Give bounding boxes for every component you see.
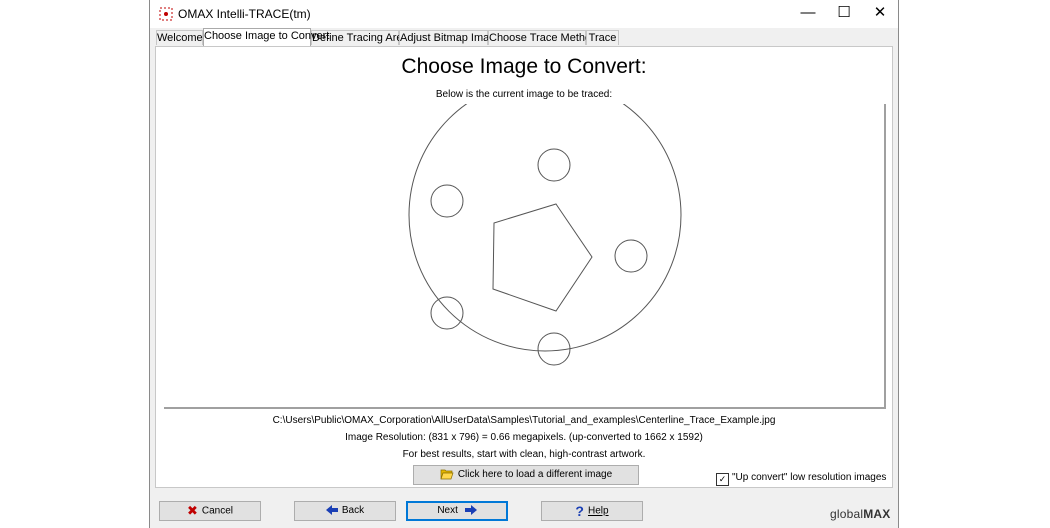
- tab-trace[interactable]: Trace: [586, 30, 619, 45]
- tab-welcome[interactable]: Welcome: [156, 30, 203, 45]
- upconvert-label: "Up convert" low resolution images: [732, 472, 887, 483]
- cancel-x-icon: ✖: [186, 503, 198, 518]
- image-caption: Below is the current image to be traced:: [435, 89, 613, 100]
- load-image-label: Click here to load a different image: [457, 469, 613, 480]
- back-button[interactable]: Back: [294, 501, 396, 521]
- brand-prefix: global: [830, 507, 864, 521]
- help-button[interactable]: ? Help: [541, 501, 643, 521]
- close-button[interactable]: ✕: [862, 0, 898, 26]
- outer-circle-shape: [408, 104, 682, 352]
- image-preview: [164, 104, 886, 409]
- next-button[interactable]: Next: [406, 501, 508, 521]
- hole-shape: [430, 296, 464, 330]
- title-bar: OMAX Intelli-TRACE(tm) — ☐ ✕: [150, 0, 898, 28]
- upconvert-checkbox[interactable]: ✓: [716, 473, 729, 486]
- tab-panel: Choose Image to Convert: Below is the cu…: [155, 46, 893, 488]
- open-folder-icon: [440, 470, 454, 480]
- maximize-button[interactable]: ☐: [826, 0, 862, 26]
- hole-shape: [537, 148, 571, 182]
- tab-choose-trace-method[interactable]: Choose Trace Method: [488, 30, 597, 45]
- brand-suffix: MAX: [863, 507, 891, 521]
- app-logo-icon: [159, 7, 173, 21]
- image-resolution: Image Resolution: (831 x 796) = 0.66 meg…: [345, 432, 703, 443]
- trace-image: [408, 104, 682, 366]
- hole-shape: [430, 184, 464, 218]
- arrow-left-icon: [325, 505, 338, 516]
- file-path: C:\Users\Public\OMAX_Corporation\AllUser…: [272, 415, 776, 426]
- pentagon-shape: [492, 203, 593, 312]
- window-title: OMAX Intelli-TRACE(tm): [178, 7, 311, 21]
- arrow-right-icon: [464, 505, 477, 516]
- back-label: Back: [341, 505, 365, 516]
- next-label: Next: [437, 505, 458, 516]
- app-window: OMAX Intelli-TRACE(tm) — ☐ ✕ Welcome Cho…: [149, 0, 899, 528]
- cancel-button[interactable]: ✖ Cancel: [159, 501, 261, 521]
- load-image-button[interactable]: Click here to load a different image: [413, 465, 639, 485]
- hole-shape: [614, 239, 648, 273]
- brand-logo: globalMAX: [830, 507, 891, 521]
- page-title: Choose Image to Convert:: [401, 55, 647, 78]
- tip-text: For best results, start with clean, high…: [402, 449, 646, 460]
- tab-choose-image[interactable]: Choose Image to Convert: [203, 28, 329, 46]
- upconvert-option[interactable]: ✓ "Up convert" low resolution images: [716, 472, 886, 486]
- question-mark-icon: ?: [575, 503, 584, 519]
- minimize-button[interactable]: —: [790, 0, 826, 26]
- help-label: Help: [587, 505, 609, 517]
- cancel-label: Cancel: [201, 505, 234, 517]
- tab-adjust-bitmap[interactable]: Adjust Bitmap Image: [399, 30, 502, 45]
